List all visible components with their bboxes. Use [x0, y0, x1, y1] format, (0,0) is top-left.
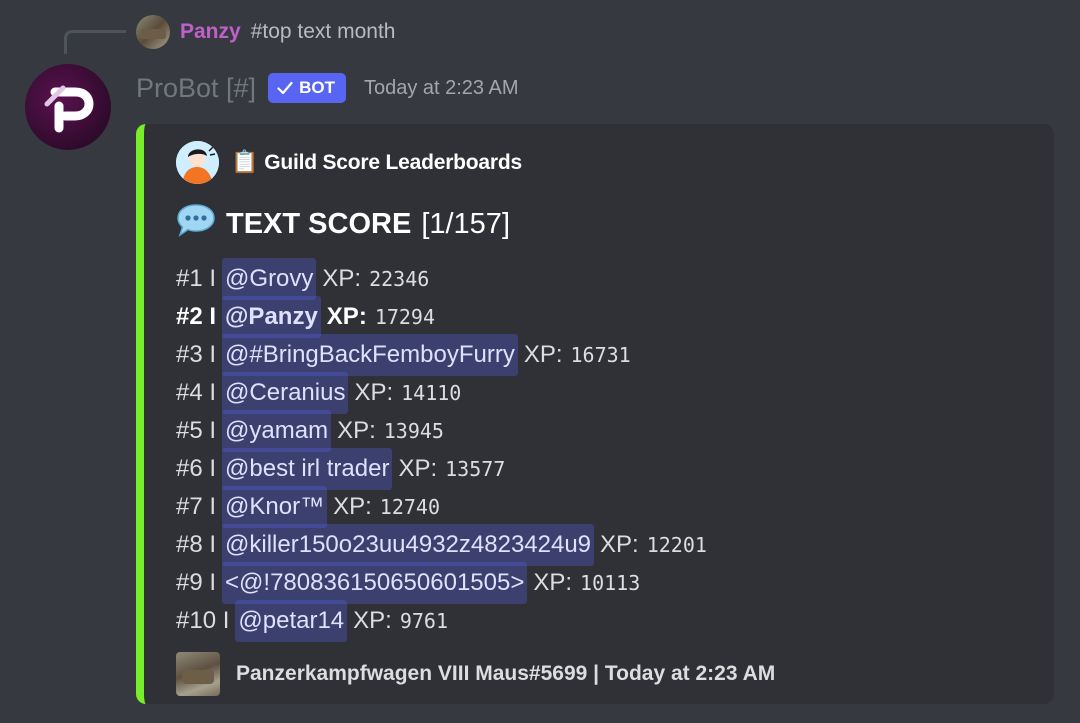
checkmark-icon [277, 81, 293, 95]
user-mention[interactable]: @Ceranius [222, 372, 349, 414]
bot-badge-label: BOT [299, 78, 335, 97]
leaderboard-row: #5 I @yamam XP: 13945 [176, 410, 1036, 452]
reply-content[interactable]: #top text month [251, 20, 396, 44]
reply-reference[interactable]: Panzy #top text month [136, 14, 395, 50]
embed-title-main: TEXT SCORE [226, 207, 412, 240]
leaderboard-embed: 📋 Guild Score Leaderboards TEXT SCORE [1/… [136, 124, 1054, 704]
clipboard-icon: 📋 [231, 149, 259, 174]
rank-label: #8 I [176, 531, 217, 558]
message-header: ProBot [#] BOT Today at 2:23 AM [136, 68, 519, 108]
rank-label: #7 I [176, 493, 217, 520]
xp-value: 12201 [646, 533, 707, 557]
leaderboard-row: #3 I @#BringBackFemboyFurry XP: 16731 [176, 334, 1036, 376]
probot-logo-icon[interactable] [25, 64, 111, 150]
xp-value: 9761 [399, 609, 449, 633]
leaderboard-row: #7 I @Knor™ XP: 12740 [176, 486, 1036, 528]
xp-value: 14110 [401, 381, 462, 405]
xp-label: XP: [533, 569, 573, 596]
xp-value: 22346 [369, 267, 430, 291]
embed-footer: Panzerkampfwagen VIII Maus#5699 | Today … [176, 652, 775, 696]
xp-label: XP: [322, 265, 362, 292]
embed-footer-text: Panzerkampfwagen VIII Maus#5699 | Today … [236, 662, 776, 685]
xp-label: XP: [326, 303, 367, 330]
embed-title: TEXT SCORE [1/157] [176, 202, 510, 246]
tank-footer-icon [176, 652, 220, 696]
rank-label: #9 I [176, 569, 217, 596]
leaderboard-row: #9 I <@!780836150650601505> XP: 10113 [176, 562, 1036, 604]
user-mention[interactable]: @yamam [222, 410, 332, 452]
xp-value: 13945 [383, 419, 444, 443]
leaderboard-row: #4 I @Ceranius XP: 14110 [176, 372, 1036, 414]
reply-connector [64, 30, 126, 54]
leaderboard-row: #8 I @killer150o23uu4932z4823424u9 XP: 1… [176, 524, 1036, 566]
user-mention[interactable]: @killer150o23uu4932z4823424u9 [222, 524, 595, 566]
user-mention[interactable]: @Knor™ [222, 486, 328, 528]
xp-value: 13577 [445, 457, 506, 481]
xp-label: XP: [354, 379, 394, 406]
bot-badge: BOT [268, 73, 346, 103]
xp-value: 17294 [374, 305, 436, 329]
rank-label: #5 I [176, 417, 217, 444]
rank-label: #2 I [176, 303, 217, 330]
rank-label: #10 I [176, 607, 230, 634]
xp-label: XP: [333, 493, 372, 520]
xp-value: 10113 [580, 571, 641, 595]
user-mention[interactable]: @best irl trader [222, 448, 393, 490]
rank-label: #4 I [176, 379, 217, 406]
leaderboard-row: #6 I @best irl trader XP: 13577 [176, 448, 1036, 490]
embed-author-label: Guild Score Leaderboards [264, 151, 522, 174]
user-mention[interactable]: @Panzy [222, 296, 321, 338]
xp-label: XP: [337, 417, 376, 444]
message-timestamp[interactable]: Today at 2:23 AM [364, 77, 519, 100]
xp-label: XP: [353, 607, 392, 634]
embed-title-page: [1/157] [421, 207, 510, 240]
tank-avatar-icon[interactable] [136, 15, 170, 49]
xp-label: XP: [398, 455, 438, 482]
rank-label: #6 I [176, 455, 217, 482]
embed-author-avatar-icon [176, 140, 219, 184]
leaderboard-row: #2 I @Panzy XP: 17294 [176, 296, 1036, 338]
leaderboard-row: #10 I @petar14 XP: 9761 [176, 600, 1036, 642]
speech-bubble-icon [176, 202, 216, 246]
xp-value: 12740 [379, 495, 440, 519]
xp-label: XP: [523, 341, 563, 368]
author-name[interactable]: ProBot [#] [136, 73, 256, 104]
user-mention[interactable]: @petar14 [235, 600, 348, 642]
user-mention[interactable]: @#BringBackFemboyFurry [222, 334, 518, 376]
embed-author: 📋 Guild Score Leaderboards [176, 140, 522, 184]
user-mention[interactable]: <@!780836150650601505> [222, 562, 528, 604]
embed-author-name: 📋 Guild Score Leaderboards [231, 149, 522, 175]
xp-label: XP: [600, 531, 639, 558]
xp-value: 16731 [570, 343, 631, 367]
rank-label: #1 I [176, 265, 217, 292]
leaderboard-row: #1 I @Grovy XP: 22346 [176, 258, 1036, 300]
reply-username[interactable]: Panzy [180, 20, 241, 44]
rank-label: #3 I [176, 341, 217, 368]
user-mention[interactable]: @Grovy [222, 258, 317, 300]
leaderboard-list: #1 I @Grovy XP: 22346 #2 I @Panzy XP: 17… [176, 258, 1036, 642]
